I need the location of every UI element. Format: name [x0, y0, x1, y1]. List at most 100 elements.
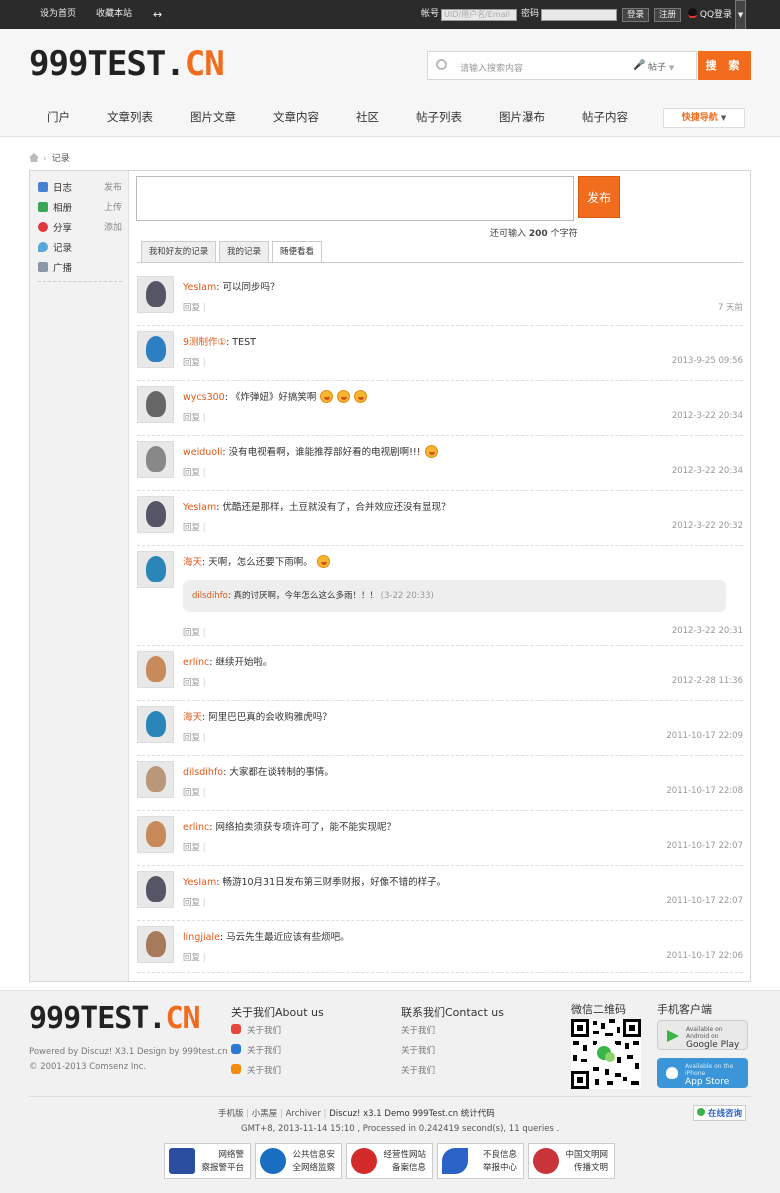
- nav-item-community[interactable]: 社区: [356, 109, 379, 125]
- login-button[interactable]: 登录: [622, 8, 650, 22]
- reply-link[interactable]: 回复: [183, 733, 200, 743]
- username-link[interactable]: dilsdihfo: [183, 767, 223, 778]
- nav-item-portal[interactable]: 门户: [47, 109, 70, 125]
- reply-link[interactable]: 回复: [183, 628, 200, 638]
- publish-button[interactable]: 发布: [578, 176, 620, 218]
- avatar[interactable]: [137, 871, 174, 908]
- username-link[interactable]: 9测制作①: [183, 337, 226, 348]
- sidebar-item-doing[interactable]: 记录: [38, 240, 122, 254]
- footer-logo[interactable]: 999TEST.CN: [29, 1001, 201, 1036]
- nav-item-article-list[interactable]: 文章列表: [107, 109, 153, 125]
- bookmark-link[interactable]: 收藏本站: [96, 0, 132, 29]
- share-add-link[interactable]: 添加: [104, 220, 122, 233]
- footer-link-mobile[interactable]: 手机版: [218, 1109, 244, 1119]
- avatar[interactable]: [137, 441, 174, 478]
- account-label: 帐号: [421, 9, 440, 19]
- about-link[interactable]: 关于我们: [231, 1024, 281, 1036]
- site-logo[interactable]: 999TEST.CN: [29, 44, 225, 84]
- nav-item-thread-content[interactable]: 帖子内容: [582, 109, 628, 125]
- reply-link[interactable]: 回复: [183, 953, 200, 963]
- account-input[interactable]: UID/用户名/Email: [441, 9, 517, 21]
- avatar[interactable]: [137, 276, 174, 313]
- reply-action: 回复 |: [183, 953, 206, 963]
- google-play-button[interactable]: Available on Android on Google Play: [657, 1020, 748, 1050]
- username-link[interactable]: YesIam: [183, 282, 216, 293]
- password-input[interactable]: [541, 9, 617, 21]
- footer-link-archiver[interactable]: Archiver: [286, 1109, 321, 1119]
- sidebar-item-album[interactable]: 相册 上传: [38, 200, 122, 214]
- tencent-weibo-icon: [231, 1064, 241, 1074]
- contact-link[interactable]: 关于我们: [401, 1044, 435, 1056]
- reply-link[interactable]: 回复: [183, 898, 200, 908]
- set-home-link[interactable]: 设为首页: [40, 0, 76, 29]
- breadcrumb-current[interactable]: 记录: [52, 154, 70, 164]
- username-link[interactable]: 海天: [183, 712, 202, 723]
- search-input[interactable]: 请输入搜索内容: [460, 61, 523, 74]
- width-toggle-icon[interactable]: ↔: [153, 0, 162, 29]
- nav-item-image-article[interactable]: 图片文章: [190, 109, 236, 125]
- reply-link[interactable]: 回复: [183, 523, 200, 533]
- avatar[interactable]: [137, 551, 174, 588]
- reply-link[interactable]: 回复: [183, 468, 200, 478]
- blog-publish-link[interactable]: 发布: [104, 180, 122, 193]
- badge-police-report[interactable]: 网络警 察报警平台: [164, 1143, 251, 1179]
- quick-nav-button[interactable]: 快捷导航 ▼: [663, 108, 745, 128]
- avatar[interactable]: [137, 761, 174, 798]
- nav-item-article-content[interactable]: 文章内容: [273, 109, 319, 125]
- reply-link[interactable]: 回复: [183, 788, 200, 798]
- about-link[interactable]: 关于我们: [231, 1044, 281, 1056]
- online-consult-button[interactable]: 在线咨询: [693, 1105, 746, 1121]
- avatar[interactable]: [137, 496, 174, 533]
- badge-website-filing[interactable]: 经营性网站 备案信息: [346, 1143, 433, 1179]
- tab-friends-doing[interactable]: 我和好友的记录: [141, 241, 216, 263]
- username-link[interactable]: weiduoli: [183, 447, 222, 458]
- sidebar-item-share[interactable]: 分享 添加: [38, 220, 122, 234]
- badge-civilization[interactable]: 中国文明网 传播文明: [528, 1143, 615, 1179]
- doing-message: YesIam: 优酷还是那样，土豆就没有了，合并效应还没有显现？: [183, 502, 451, 513]
- username-link[interactable]: erlinc: [183, 822, 209, 833]
- nav-item-thread-list[interactable]: 帖子列表: [416, 109, 462, 125]
- badge-network-security[interactable]: 公共信息安 全网络监察: [255, 1143, 342, 1179]
- search-button[interactable]: 搜 索: [698, 51, 751, 80]
- footer-link-demo[interactable]: Discuz! x3.1 Demo 999Test.cn 统计代码: [329, 1109, 495, 1119]
- doing-time: 2013-9-25 09:56: [671, 356, 743, 366]
- avatar[interactable]: [137, 651, 174, 688]
- qq-login-button[interactable]: QQ登录 ▼: [688, 0, 747, 31]
- app-store-button[interactable]: Available on the iPhone App Store: [657, 1058, 748, 1088]
- contact-link[interactable]: 关于我们: [401, 1024, 435, 1036]
- username-link[interactable]: erlinc: [183, 657, 209, 668]
- username-link[interactable]: YesIam: [183, 877, 216, 888]
- album-upload-link[interactable]: 上传: [104, 200, 122, 213]
- username-link[interactable]: lingjiale: [183, 932, 220, 943]
- home-icon[interactable]: [29, 153, 39, 162]
- doing-textarea[interactable]: [136, 176, 574, 221]
- sidebar-item-blog[interactable]: 日志 发布: [38, 180, 122, 194]
- tab-view-all[interactable]: 随便看看: [272, 241, 322, 263]
- comment-username-link[interactable]: dilsdihfo: [192, 591, 228, 601]
- avatar[interactable]: [137, 386, 174, 423]
- reply-link[interactable]: 回复: [183, 843, 200, 853]
- avatar[interactable]: [137, 926, 174, 963]
- footer-link-blackroom[interactable]: 小黑屋: [252, 1109, 278, 1119]
- contact-link[interactable]: 关于我们: [401, 1064, 435, 1076]
- sidebar-item-broadcast[interactable]: 广播: [38, 260, 122, 274]
- register-button[interactable]: 注册: [654, 8, 682, 22]
- about-link[interactable]: 关于我们: [231, 1064, 281, 1076]
- doing-message: erlinc: 网络拍卖须获专项许可了，能不能实现呢？: [183, 822, 397, 833]
- reply-link[interactable]: 回复: [183, 678, 200, 688]
- reply-link[interactable]: 回复: [183, 303, 200, 313]
- tab-my-doing[interactable]: 我的记录: [219, 241, 269, 263]
- avatar[interactable]: [137, 706, 174, 743]
- username-link[interactable]: YesIam: [183, 502, 216, 513]
- microphone-icon[interactable]: 🎤: [633, 60, 645, 71]
- nav-item-image-waterfall[interactable]: 图片瀑布: [499, 109, 545, 125]
- reply-link[interactable]: 回复: [183, 413, 200, 423]
- username-link[interactable]: wycs300: [183, 392, 225, 403]
- reply-link[interactable]: 回复: [183, 358, 200, 368]
- avatar[interactable]: [137, 816, 174, 853]
- doing-time: 7 天前: [717, 303, 743, 313]
- username-link[interactable]: 海天: [183, 557, 202, 568]
- avatar[interactable]: [137, 331, 174, 368]
- search-type-select[interactable]: 帖子 ▼: [648, 60, 674, 73]
- badge-bad-info-report[interactable]: 不良信息 举报中心: [437, 1143, 524, 1179]
